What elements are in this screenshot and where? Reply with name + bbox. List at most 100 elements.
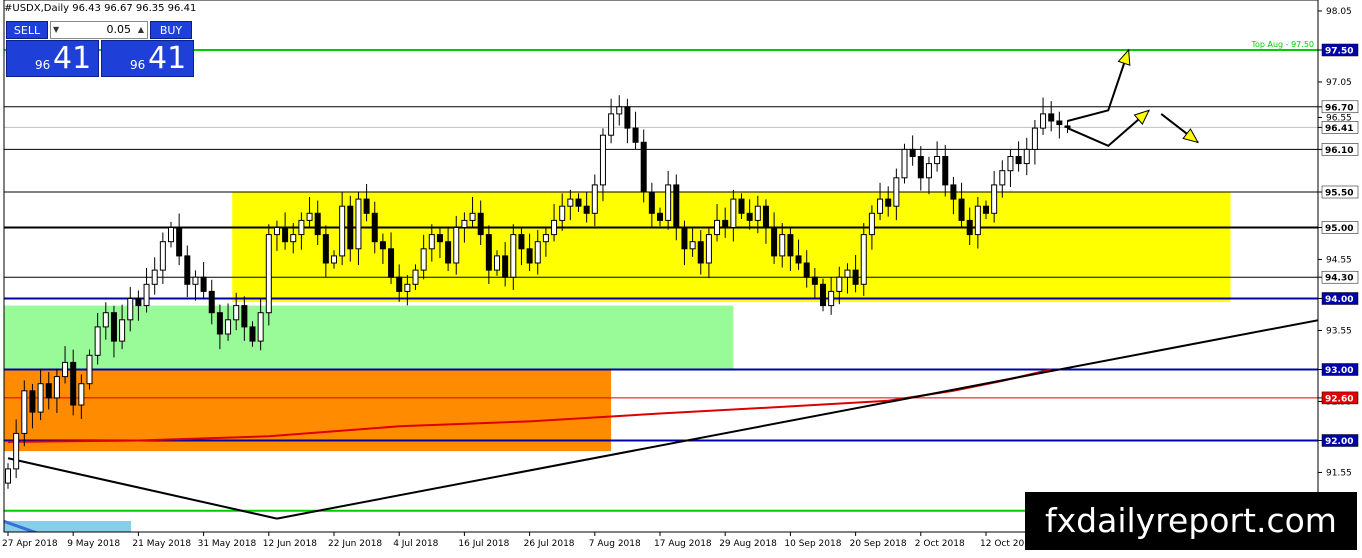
candle-bull-body	[828, 290, 835, 307]
bid-price-prefix: 96	[35, 58, 51, 72]
x-tick-label: 2 Oct 2018	[915, 539, 965, 549]
candle-bull-body	[974, 205, 981, 236]
level-text-tag: Top Aug - 97.50	[1250, 40, 1314, 49]
candle-bull-body	[151, 269, 158, 285]
candle-bull-body	[901, 148, 908, 179]
candle-bull-body	[428, 234, 435, 250]
level-price-label: 96.41	[1325, 124, 1353, 134]
candle-bull-body	[494, 255, 500, 271]
level-price-label: 94.00	[1325, 295, 1353, 305]
x-tick-label: 12 Jun 2018	[263, 539, 317, 549]
bid-price-box[interactable]: 96 41	[6, 40, 99, 77]
candle	[1048, 101, 1055, 132]
candle-bull-body	[860, 234, 867, 285]
level-price-label: 95.50	[1325, 189, 1353, 199]
candle	[599, 128, 606, 202]
candle-bull-body	[290, 234, 297, 243]
candle-bear-body	[746, 212, 753, 221]
level-price-label: 96.70	[1325, 103, 1353, 113]
candle-bear-body	[1015, 156, 1022, 165]
ask-price-box[interactable]: 96 41	[101, 40, 194, 77]
y-tick-label: 98.05	[1326, 7, 1352, 17]
x-tick-label: 17 Aug 2018	[654, 539, 712, 549]
candle-bull-body	[102, 312, 109, 328]
lot-size-value: 0.05	[106, 23, 132, 36]
candle-bear-body	[29, 390, 36, 413]
candle-bull-body	[339, 205, 346, 257]
candle-bear-body	[624, 106, 631, 129]
level-price-label: 93.00	[1325, 366, 1353, 376]
candle-bull-body	[689, 241, 696, 250]
candle	[176, 213, 183, 266]
candle	[159, 232, 166, 285]
candle-bear-body	[575, 198, 582, 207]
sell-button[interactable]: SELL	[6, 21, 48, 39]
candle	[1015, 141, 1022, 172]
level-price-label: 92.60	[1325, 394, 1353, 404]
candle-bear-body	[485, 234, 492, 271]
ask-price-digits: 41	[148, 41, 187, 76]
candle-bear-body	[787, 234, 794, 257]
candle-bear-body	[184, 255, 191, 285]
candle-bull-body	[779, 234, 786, 257]
candle-bear-body	[950, 184, 957, 200]
x-tick-label: 22 Jun 2018	[328, 539, 382, 549]
candle-bear-body	[1056, 120, 1063, 126]
candle	[925, 156, 932, 195]
candle-bull-body	[567, 198, 574, 207]
candle-bull-body	[836, 276, 843, 292]
candle	[265, 224, 272, 326]
candle-bull-body	[13, 432, 20, 470]
candle-bear-body	[885, 198, 892, 207]
candle-bear-body	[388, 248, 395, 278]
zones-layer	[4, 192, 1231, 532]
level-price-label: 96.10	[1325, 146, 1353, 156]
x-tick-label: 7 Aug 2018	[589, 539, 641, 549]
candle-bull-body	[469, 212, 476, 221]
candle-bear-body	[673, 184, 680, 228]
candle-bull-body	[5, 468, 11, 484]
candle-bull-body	[934, 156, 941, 165]
lot-size-field[interactable]: ▼ 0.05 ▲	[50, 21, 148, 39]
candle-bear-body	[208, 290, 215, 314]
candle-bear-body	[371, 212, 378, 243]
candle	[909, 135, 916, 166]
candle	[200, 262, 207, 300]
lot-decrease-icon[interactable]: ▼	[53, 22, 59, 38]
candle-bull-body	[273, 227, 280, 236]
candle-bear-body	[1048, 113, 1055, 122]
x-tick-label: 4 Jul 2018	[393, 539, 438, 549]
candle-bear-body	[502, 255, 509, 278]
candle-bear-body	[322, 234, 329, 264]
candle-bear-body	[1064, 125, 1071, 128]
candle-bull-body	[37, 383, 44, 413]
candle-bull-body	[1007, 156, 1014, 172]
lot-increase-icon[interactable]: ▲	[138, 22, 144, 38]
chart-canvas[interactable]: 98.0597.5097.0596.7096.5596.4196.1095.50…	[0, 0, 1362, 554]
candle-bear-body	[445, 241, 452, 264]
candle-bull-body	[94, 326, 101, 356]
candle-bull-body	[599, 134, 606, 186]
x-tick-label: 21 May 2018	[132, 539, 191, 549]
candle-bear-body	[958, 198, 965, 221]
candle-bull-body	[453, 227, 460, 264]
candle	[1064, 120, 1071, 134]
x-tick-label: 9 May 2018	[67, 539, 120, 549]
price-chart[interactable]: 98.0597.5097.0596.7096.5596.4196.1095.50…	[0, 0, 1362, 554]
candle-bull-body	[1040, 113, 1047, 129]
candle	[608, 98, 615, 144]
candle-bull-body	[754, 205, 761, 221]
candle-bull-body	[257, 312, 264, 342]
buy-button[interactable]: BUY	[150, 21, 192, 39]
candle-bull-body	[461, 219, 468, 228]
candle	[1023, 137, 1030, 176]
trendline-0	[7, 457, 278, 520]
orange-zone	[4, 369, 612, 452]
candle-bull-body	[127, 298, 134, 321]
level-price-label: 92.00	[1325, 437, 1353, 447]
candle-bull-body	[868, 212, 875, 236]
candle-bear-body	[640, 141, 647, 193]
candle-bull-body	[925, 163, 932, 179]
candle-bull-body	[78, 383, 85, 406]
candle-bear-body	[477, 212, 484, 236]
